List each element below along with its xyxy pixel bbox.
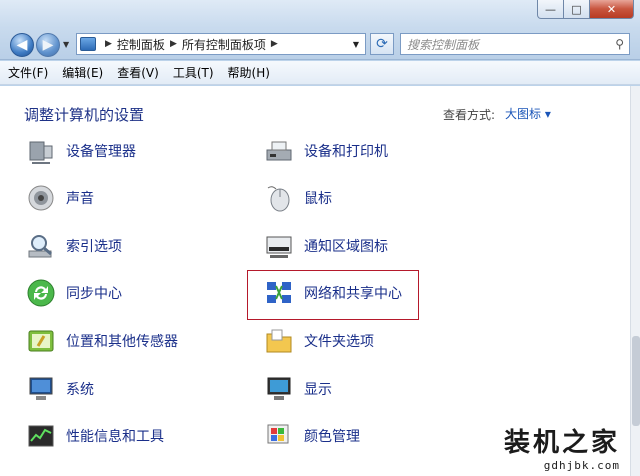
color-management-icon <box>262 419 296 453</box>
maximize-button[interactable]: □ <box>564 0 590 19</box>
speaker-icon <box>24 181 58 215</box>
arrow-left-icon: ◀ <box>16 37 28 53</box>
item-system[interactable]: 系统 <box>24 369 94 409</box>
search-placeholder: 搜索控制面板 <box>407 37 480 52</box>
printer-icon <box>262 134 296 168</box>
item-label: 位置和其他传感器 <box>66 334 178 350</box>
folder-icon <box>262 324 296 358</box>
item-folder-options[interactable]: 文件夹选项 <box>262 321 374 361</box>
highlight-box <box>247 270 419 320</box>
watermark-name: 装机之家 <box>503 428 620 458</box>
breadcrumb-control-panel[interactable]: 控制面板 <box>117 36 165 53</box>
sensor-icon <box>24 324 58 358</box>
address-dropdown[interactable]: ▼ <box>353 40 359 49</box>
title-bar: — □ ✕ ◀ ▶ ▼ ▶ 控制面板 ▶ 所有控制面板项 ▶ ▼ ⟳ 搜索控制面… <box>0 0 640 60</box>
chevron-right-icon[interactable]: ▶ <box>105 39 112 49</box>
page-title: 调整计算机的设置 <box>24 106 145 124</box>
menu-view[interactable]: 查看(V) <box>117 64 159 81</box>
item-label: 同步中心 <box>66 286 122 302</box>
mouse-icon <box>262 181 296 215</box>
breadcrumb-all-items[interactable]: 所有控制面板项 <box>182 36 266 53</box>
notification-area-icon <box>262 229 296 263</box>
item-label: 颜色管理 <box>304 429 360 445</box>
chevron-right-icon[interactable]: ▶ <box>271 39 278 49</box>
item-label: 索引选项 <box>66 239 122 255</box>
menu-file[interactable]: 文件(F) <box>8 64 48 81</box>
close-button[interactable]: ✕ <box>590 0 634 19</box>
back-button[interactable]: ◀ <box>10 33 34 57</box>
refresh-button[interactable]: ⟳ <box>370 33 394 55</box>
item-color-management[interactable]: 颜色管理 <box>262 416 360 456</box>
window-controls: — □ ✕ <box>537 0 634 19</box>
item-notification-icons[interactable]: 通知区域图标 <box>262 226 388 266</box>
item-location-sensors[interactable]: 位置和其他传感器 <box>24 321 178 361</box>
watermark-url: gdhjbk.com <box>543 459 620 472</box>
arrow-right-icon: ▶ <box>42 37 54 53</box>
item-label: 系统 <box>66 382 94 398</box>
menu-tools[interactable]: 工具(T) <box>173 64 214 81</box>
content-pane: 调整计算机的设置 查看方式: 大图标 ▾ 设备管理器 声音 索引选项 同步中心 … <box>0 86 630 476</box>
item-mouse[interactable]: 鼠标 <box>262 178 332 218</box>
sync-icon <box>24 276 58 310</box>
item-label: 性能信息和工具 <box>66 429 164 445</box>
item-label: 文件夹选项 <box>304 334 374 350</box>
item-sync-center[interactable]: 同步中心 <box>24 273 122 313</box>
scrollbar-thumb[interactable] <box>632 336 640 426</box>
item-devices-printers[interactable]: 设备和打印机 <box>262 131 388 171</box>
item-label: 设备和打印机 <box>304 144 388 160</box>
refresh-icon: ⟳ <box>376 36 388 52</box>
search-input[interactable]: 搜索控制面板 ⚲ <box>400 33 630 55</box>
item-sound[interactable]: 声音 <box>24 178 94 218</box>
item-label: 显示 <box>304 382 332 398</box>
forward-button[interactable]: ▶ <box>36 33 60 57</box>
item-display[interactable]: 显示 <box>262 369 332 409</box>
item-label: 设备管理器 <box>66 144 136 160</box>
search-icon[interactable]: ⚲ <box>615 37 624 51</box>
minimize-button[interactable]: — <box>537 0 564 19</box>
address-bar[interactable]: ▶ 控制面板 ▶ 所有控制面板项 ▶ ▼ <box>76 33 366 55</box>
performance-icon <box>24 419 58 453</box>
control-panel-icon <box>80 37 96 51</box>
item-device-manager[interactable]: 设备管理器 <box>24 131 136 171</box>
system-icon <box>24 372 58 406</box>
history-dropdown[interactable]: ▼ <box>63 40 69 49</box>
watermark: 装机之家 gdhjbk.com <box>504 422 620 472</box>
menu-bar: 文件(F) 编辑(E) 查看(V) 工具(T) 帮助(H) <box>0 61 640 85</box>
vertical-scrollbar[interactable] <box>630 86 640 476</box>
item-performance[interactable]: 性能信息和工具 <box>24 416 164 456</box>
view-by-dropdown[interactable]: 大图标 ▾ <box>505 105 551 122</box>
menu-help[interactable]: 帮助(H) <box>228 64 270 81</box>
item-label: 鼠标 <box>304 191 332 207</box>
menu-edit[interactable]: 编辑(E) <box>62 64 103 81</box>
chevron-right-icon[interactable]: ▶ <box>170 39 177 49</box>
magnifier-icon <box>24 229 58 263</box>
view-by-label: 查看方式: <box>443 108 496 122</box>
display-icon <box>262 372 296 406</box>
item-label: 通知区域图标 <box>304 239 388 255</box>
item-indexing-options[interactable]: 索引选项 <box>24 226 122 266</box>
item-label: 声音 <box>66 191 94 207</box>
device-manager-icon <box>24 134 58 168</box>
